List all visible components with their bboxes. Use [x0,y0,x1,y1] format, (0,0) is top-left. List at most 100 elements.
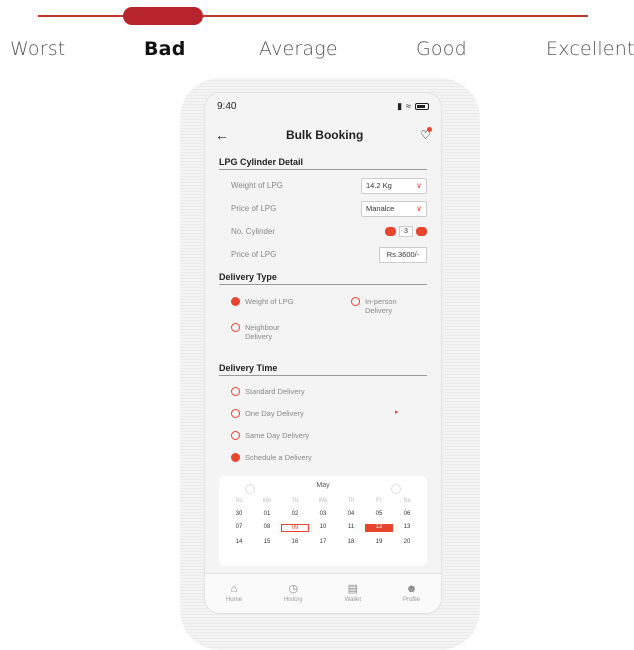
delivery-type-options: Weight of LPG In-person Delivery Neighbo… [205,285,441,355]
rating-label-worst[interactable]: Worst [10,38,65,60]
option-label: One Day Delivery [245,408,304,418]
cylinder-count[interactable]: 3 [399,226,413,237]
option-label: Same Day Delivery [245,430,310,440]
delivery-type-title: Delivery Type [219,272,427,285]
calendar-day[interactable]: 01 [253,511,281,517]
calendar-day[interactable]: 02 [281,511,309,517]
tab-home[interactable]: ⌂ Home [225,583,242,604]
delivery-time-same-day[interactable]: Same Day Delivery [231,424,441,446]
status-icons: ▮ ≈ [397,101,429,112]
calendar-weekday: Sa [403,498,411,504]
calendar-next-icon[interactable] [391,484,401,494]
weight-value: 14.2 Kg [366,181,392,190]
price-row: Price of LPG Manalce ∨ [231,197,427,220]
calendar-day[interactable]: 08 [253,524,281,532]
calendar-day[interactable]: 09 [281,524,309,532]
tab-wallet[interactable]: ▤ Wallet [345,583,361,604]
delivery-time-one-day[interactable]: One Day Delivery [231,402,441,424]
decrement-button[interactable] [385,227,396,236]
page: Worst Bad Average Good Excellent 9:40 ▮ … [0,0,634,650]
radio-empty-icon [231,430,240,440]
history-icon: ◷ [288,583,299,595]
wallet-icon: ▤ [347,583,358,595]
calendar-weekday: We [318,498,328,504]
status-bar: 9:40 ▮ ≈ [205,93,441,119]
weight-row: Weight of LPG 14.2 Kg ∨ [231,174,427,197]
phone-screen: 9:40 ▮ ≈ ← Bulk Booking ♡ LPG Cylinder D… [204,92,442,614]
rating-label-bad[interactable]: Bad [144,38,186,60]
page-title: Bulk Booking [285,128,364,142]
app-header: ← Bulk Booking ♡ [205,119,441,151]
cylinder-label: No. Cylinder [231,227,276,236]
calendar-day[interactable]: 18 [337,539,365,545]
calendar-day[interactable]: 13 [393,524,421,532]
delivery-time-title: Delivery Time [219,363,427,376]
rating-track[interactable] [38,15,588,17]
price-label: Price of LPG [231,204,277,213]
increment-button[interactable] [416,227,427,236]
calendar: May Su Mo Tu We Th Fr Sa 30 01 02 03 04 05 06 07 08 09 10… [219,476,427,566]
calendar-day[interactable]: 04 [337,511,365,517]
notification-dot [426,127,432,132]
total-price-row: Price of LPG Rs.3600/- [231,243,427,266]
delivery-type-option-weight[interactable]: Weight of LPG [231,297,294,306]
back-arrow-icon[interactable]: ← [215,127,229,143]
signal-icon: ▮ [397,100,403,111]
rating-label-excellent[interactable]: Excellent [546,38,634,60]
calendar-day[interactable]: 15 [253,539,281,545]
option-label: Neighbour Delivery [245,323,280,341]
radio-selected-icon [231,297,240,306]
calendar-day[interactable]: 30 [225,511,253,517]
tab-label: History [283,597,303,603]
radio-selected-icon [231,452,240,462]
tab-label: Profile [402,597,420,603]
option-label: Standard Delivery [245,386,305,396]
bottom-tab-bar: ⌂ Home ◷ History ▤ Wallet ☻ Profile [205,573,441,613]
calendar-grid: Su Mo Tu We Th Fr Sa 30 01 02 03 04 05 06 07 08 09 10 11 12… [225,498,421,545]
calendar-day[interactable]: 11 [337,524,365,532]
calendar-weekday: Th [347,498,355,504]
home-icon: ⌂ [230,583,238,595]
calendar-day[interactable]: 07 [225,524,253,532]
delivery-time-standard[interactable]: Standard Delivery [231,380,441,402]
calendar-weekday: Mo [262,498,272,504]
calendar-weekday: Fr [376,498,382,504]
calendar-day[interactable]: 03 [309,511,337,517]
delivery-type-option-neighbour[interactable]: Neighbour Delivery [231,323,291,341]
tab-history[interactable]: ◷ History [283,583,303,604]
calendar-day[interactable]: 17 [309,539,337,545]
rating-label-good[interactable]: Good [416,38,467,60]
delivery-time-schedule[interactable]: Schedule a Delivery [231,446,441,468]
option-label: Schedule a Delivery [245,452,312,462]
chevron-down-icon: ∨ [416,181,422,190]
tab-label: Home [225,597,242,603]
calendar-day[interactable]: 19 [365,539,393,545]
profile-icon: ☻ [405,583,418,595]
calendar-day[interactable]: 16 [281,539,309,545]
price-select[interactable]: Manalce ∨ [361,200,427,217]
option-label: In-person Delivery [365,297,397,315]
total-price-label: Price of LPG [231,250,277,259]
option-label: Weight of LPG [245,297,294,306]
tab-profile[interactable]: ☻ Profile [402,583,420,604]
calendar-weekday: Tu [291,498,299,504]
wifi-icon: ≈ [406,101,411,111]
cylinder-stepper[interactable]: 3 [385,226,427,237]
calendar-weekday: Su [235,498,243,504]
rating-labels: Worst Bad Average Good Excellent [0,38,634,64]
calendar-day[interactable]: 20 [393,539,421,545]
delivery-type-option-in-person[interactable]: In-person Delivery [351,297,411,315]
calendar-day[interactable]: 10 [309,524,337,532]
rating-slider-handle[interactable] [123,7,203,25]
weight-select[interactable]: 14.2 Kg ∨ [361,177,427,194]
rating-label-average[interactable]: Average [259,38,338,60]
notification-bell-icon[interactable]: ♡ [420,127,432,142]
weight-label: Weight of LPG [231,181,283,190]
calendar-day[interactable]: 12 [365,524,393,532]
calendar-day[interactable]: 05 [365,511,393,517]
calendar-day[interactable]: 14 [225,539,253,545]
radio-empty-icon [231,408,240,418]
calendar-day[interactable]: 06 [393,511,421,517]
chevron-down-icon: ∨ [416,204,422,213]
delivery-time-options: Standard Delivery One Day Delivery Same … [205,380,441,468]
